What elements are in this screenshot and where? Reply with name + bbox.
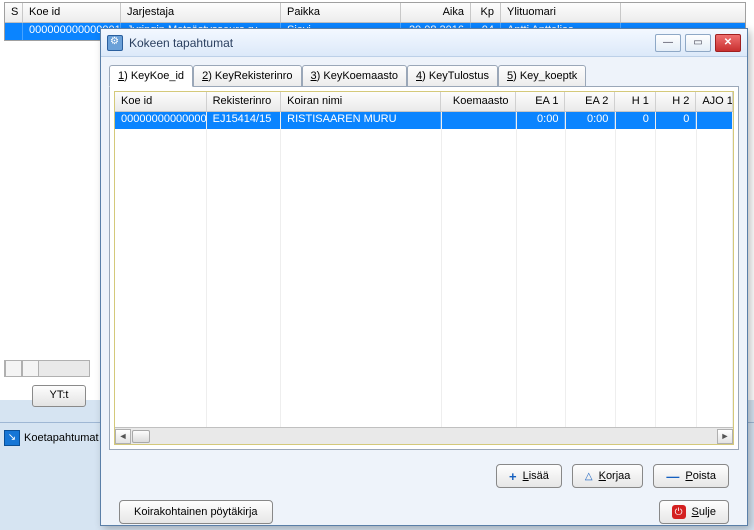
col-koeid-header[interactable]: Koe id: [115, 92, 207, 111]
grid-body[interactable]: 000000000000001 EJ15414/15 RISTISAAREN M…: [115, 112, 733, 427]
col-ajo1-header[interactable]: AJO 1: [696, 92, 733, 111]
minus-icon: —: [666, 469, 679, 484]
action-row: + Lisää △ Korjaa — Poista: [109, 450, 739, 492]
tab-keytulostus[interactable]: 4) KeyTulostus: [407, 65, 498, 87]
poytakirja-button[interactable]: Koirakohtainen pöytäkirja: [119, 500, 273, 524]
plus-icon: +: [509, 469, 517, 484]
add-button[interactable]: + Lisää: [496, 464, 562, 488]
cell-s: [5, 23, 23, 40]
main-grid-scrollbar[interactable]: [4, 360, 90, 377]
col-kp-header[interactable]: Kp: [471, 3, 501, 22]
dialog-window: Kokeen tapahtumat — ▭ ✕ 1) KeyKoe_id 2) …: [100, 28, 748, 526]
cell-ea1: 0:00: [516, 112, 566, 129]
col-paikka-header[interactable]: Paikka: [281, 3, 401, 22]
status-item[interactable]: Koetapahtumat: [24, 432, 99, 444]
col-aika-header[interactable]: Aika: [401, 3, 471, 22]
cell-h2: 0: [656, 112, 696, 129]
bottom-row: Koirakohtainen pöytäkirja ⏻ Sulje: [109, 492, 739, 524]
grid-frame: Koe id Rekisterinro Koiran nimi Koemaast…: [109, 86, 739, 450]
cell-nimi: RISTISAAREN MURU: [281, 112, 441, 129]
triangle-icon: △: [585, 471, 593, 482]
cell-maasto: [441, 112, 516, 129]
grid-horizontal-scrollbar[interactable]: ◄ ►: [115, 427, 733, 444]
titlebar[interactable]: Kokeen tapahtumat — ▭ ✕: [101, 29, 747, 57]
detail-grid-header: Koe id Rekisterinro Koiran nimi Koemaast…: [115, 92, 733, 112]
cell-ajo1: [696, 112, 733, 129]
tab-keyrekisterinro[interactable]: 2) KeyRekisterinro: [193, 65, 301, 87]
tab-strip: 1) KeyKoe_id 2) KeyRekisterinro 3) KeyKo…: [109, 65, 739, 87]
cell-rek: EJ15414/15: [207, 112, 282, 129]
cell-ea2: 0:00: [565, 112, 615, 129]
window-title: Kokeen tapahtumat: [129, 36, 651, 50]
scroll-thumb[interactable]: [132, 430, 150, 443]
dialog-body: 1) KeyKoe_id 2) KeyRekisterinro 3) KeyKo…: [101, 57, 747, 530]
close-dialog-button[interactable]: ⏻ Sulje: [659, 500, 729, 524]
scroll-left-icon[interactable]: ◄: [115, 429, 131, 444]
col-s-header[interactable]: S: [5, 3, 23, 22]
col-koeid-header[interactable]: Koe id: [23, 3, 121, 22]
down-arrow-icon[interactable]: ↘: [4, 430, 20, 446]
col-nimi-header[interactable]: Koiran nimi: [281, 92, 441, 111]
minimize-button[interactable]: —: [655, 34, 681, 52]
tab-keykoe-id[interactable]: 1) KeyKoe_id: [109, 65, 193, 87]
col-ea1-header[interactable]: EA 1: [516, 92, 566, 111]
detail-grid: Koe id Rekisterinro Koiran nimi Koemaast…: [114, 91, 734, 445]
col-rek-header[interactable]: Rekisterinro: [207, 92, 282, 111]
col-maasto-header[interactable]: Koemaasto: [441, 92, 516, 111]
col-h1-header[interactable]: H 1: [615, 92, 655, 111]
main-grid-header: S Koe id Jarjestaja Paikka Aika Kp Ylitu…: [5, 3, 745, 23]
scroll-right-icon[interactable]: ►: [717, 429, 733, 444]
table-row[interactable]: 000000000000001 EJ15414/15 RISTISAAREN M…: [115, 112, 733, 129]
power-icon: ⏻: [672, 505, 686, 519]
tab-keykoemaasto[interactable]: 3) KeyKoemaasto: [302, 65, 407, 87]
col-ea2-header[interactable]: EA 2: [565, 92, 615, 111]
yt-button[interactable]: YT:t: [32, 385, 86, 407]
maximize-button[interactable]: ▭: [685, 34, 711, 52]
app-icon: [107, 35, 123, 51]
cell-h1: 0: [615, 112, 655, 129]
edit-button[interactable]: △ Korjaa: [572, 464, 644, 488]
col-ylit-header[interactable]: Ylituomari: [501, 3, 621, 22]
col-jarj-header[interactable]: Jarjestaja: [121, 3, 281, 22]
cell-koeid: 000000000000001: [115, 112, 207, 129]
tab-key-koeptk[interactable]: 5) Key_koeptk: [498, 65, 586, 87]
delete-button[interactable]: — Poista: [653, 464, 729, 488]
col-h2-header[interactable]: H 2: [656, 92, 696, 111]
close-button[interactable]: ✕: [715, 34, 741, 52]
